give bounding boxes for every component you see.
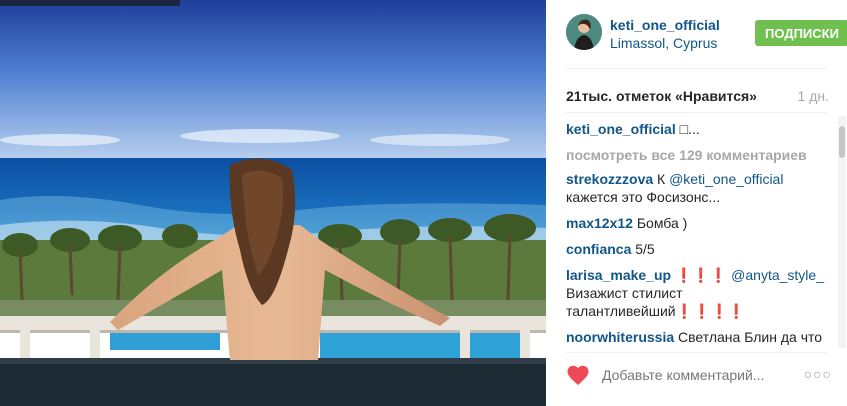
caption: keti_one_official □...: [566, 120, 828, 138]
comment-text: кажется это Фосизонс...: [566, 189, 721, 205]
follow-button[interactable]: ПОДПИСКИ: [755, 20, 847, 46]
caption-text: □...: [679, 121, 700, 137]
comment-item: noorwhiterussia Светлана Блин да что ты …: [566, 328, 828, 348]
header-location[interactable]: Limassol, Cyprus: [610, 35, 717, 51]
scrollbar-thumb[interactable]: [839, 126, 845, 158]
heart-icon[interactable]: [566, 364, 590, 386]
comment-username[interactable]: noorwhiterussia: [566, 329, 674, 345]
comment-username[interactable]: larisa_make_up: [566, 267, 671, 283]
comment-mention[interactable]: @anyta_style_: [731, 267, 824, 283]
avatar-image: [566, 14, 602, 50]
divider: [566, 112, 827, 113]
divider: [566, 68, 827, 69]
comment-username[interactable]: confianca: [566, 241, 631, 257]
comment-username[interactable]: strekozzzova: [566, 171, 653, 187]
comment-text: 5/5: [631, 241, 655, 257]
comment-item: larisa_make_up ❗❗❗ @anyta_style_ Визажис…: [566, 266, 828, 320]
post-side-panel: keti_one_official Limassol, Cyprus ПОДПИ…: [546, 0, 847, 406]
comment-text: ❗❗❗: [671, 267, 732, 283]
comments-scrollbar[interactable]: [838, 116, 846, 348]
view-all-comments-link[interactable]: посмотреть все 129 комментариев: [566, 146, 828, 164]
avatar[interactable]: [566, 14, 602, 50]
comment-item: confianca 5/5: [566, 240, 828, 258]
comment-text: Бомба ): [632, 215, 688, 231]
instagram-post: keti_one_official Limassol, Cyprus ПОДПИ…: [0, 0, 847, 406]
post-photo[interactable]: [0, 0, 546, 406]
divider: [566, 352, 827, 353]
header-username[interactable]: keti_one_official: [610, 17, 720, 33]
post-footer: ○○○: [566, 362, 836, 392]
caption-username[interactable]: keti_one_official: [566, 121, 676, 137]
post-header: keti_one_official Limassol, Cyprus ПОДПИ…: [566, 14, 847, 54]
comment-text: Визажист стилист талантливейший❗❗❗❗: [566, 285, 746, 319]
post-time[interactable]: 1 дн.: [798, 88, 829, 104]
comments-list: keti_one_official □... посмотреть все 12…: [566, 120, 828, 348]
comment-text: К: [653, 171, 670, 187]
comment-mention[interactable]: @keti_one_official: [669, 171, 783, 187]
comment-item: max12x12 Бомба ): [566, 214, 828, 232]
comment-username[interactable]: max12x12: [566, 215, 633, 231]
comment-input[interactable]: [602, 365, 792, 385]
likes-count[interactable]: 21тыс. отметок «Нравится»: [566, 88, 757, 104]
more-options-icon[interactable]: ○○○: [804, 366, 832, 382]
balcony-sea-image: [0, 0, 546, 406]
comment-item: strekozzzova К @keti_one_official кажетс…: [566, 170, 828, 206]
